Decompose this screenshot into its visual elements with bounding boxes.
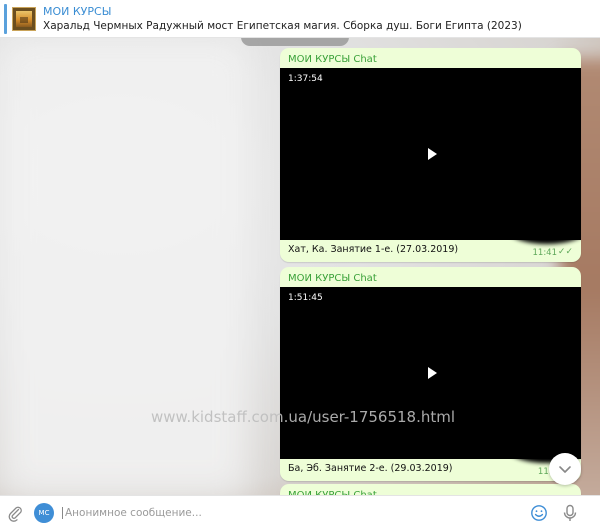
video-message[interactable]: МОИ КУРСЫ Chat 1:51:45 Ба, Эб. Занятие 2… bbox=[280, 267, 581, 481]
caption-text: Хат, Ка. Занятие 1-е. (27.03.2019) bbox=[288, 244, 459, 255]
microphone-icon[interactable] bbox=[562, 504, 578, 522]
video-player[interactable]: 1:51:45 bbox=[280, 287, 581, 463]
video-player[interactable]: 1:37:54 bbox=[280, 68, 581, 244]
video-duration: 1:37:54 bbox=[288, 74, 323, 84]
message-time: 11:41 bbox=[532, 248, 558, 258]
play-icon[interactable] bbox=[428, 367, 437, 379]
message-caption: Ба, Эб. Занятие 2-е. (29.03.2019) 11:4 bbox=[280, 459, 581, 481]
pinned-texts: МОИ КУРСЫ Харальд Чермных Радужный мост … bbox=[43, 5, 522, 33]
message-sender[interactable]: МОИ КУРСЫ Chat bbox=[280, 484, 581, 495]
smile-icon[interactable] bbox=[530, 504, 548, 522]
scroll-down-button[interactable] bbox=[549, 453, 581, 485]
pinned-thumbnail bbox=[12, 6, 36, 31]
message-caption: Хат, Ка. Занятие 1-е. (27.03.2019) 11:41… bbox=[280, 240, 581, 262]
watermark: www.kidstaff.com.ua/user-1756518.html bbox=[151, 408, 456, 426]
message-composer: MC bbox=[0, 495, 600, 529]
video-duration: 1:51:45 bbox=[288, 293, 323, 303]
pinned-header[interactable]: МОИ КУРСЫ Харальд Чермных Радужный мост … bbox=[0, 0, 600, 38]
caption-text: Ба, Эб. Занятие 2-е. (29.03.2019) bbox=[288, 463, 453, 474]
message-input[interactable] bbox=[62, 506, 522, 519]
message-sender[interactable]: МОИ КУРСЫ Chat bbox=[280, 267, 581, 287]
paperclip-icon[interactable] bbox=[6, 504, 24, 522]
blurred-background bbox=[0, 38, 250, 495]
video-message-partial[interactable]: МОИ КУРСЫ Chat bbox=[280, 484, 581, 495]
chevron-down-icon bbox=[559, 466, 571, 473]
avatar[interactable]: MC bbox=[34, 502, 54, 523]
read-check-icon: ✓✓ bbox=[557, 247, 573, 257]
chat-area[interactable]: МОИ КУРСЫ Chat 1:37:54 Хат, Ка. Занятие … bbox=[0, 38, 600, 495]
video-message[interactable]: МОИ КУРСЫ Chat 1:37:54 Хат, Ка. Занятие … bbox=[280, 48, 581, 262]
pinned-message-text: Харальд Чермных Радужный мост Египетская… bbox=[43, 19, 522, 32]
message-sender[interactable]: МОИ КУРСЫ Chat bbox=[280, 48, 581, 68]
play-icon[interactable] bbox=[428, 148, 437, 160]
pinned-marker bbox=[4, 3, 7, 34]
date-pill bbox=[241, 38, 349, 46]
channel-name[interactable]: МОИ КУРСЫ bbox=[43, 5, 522, 19]
